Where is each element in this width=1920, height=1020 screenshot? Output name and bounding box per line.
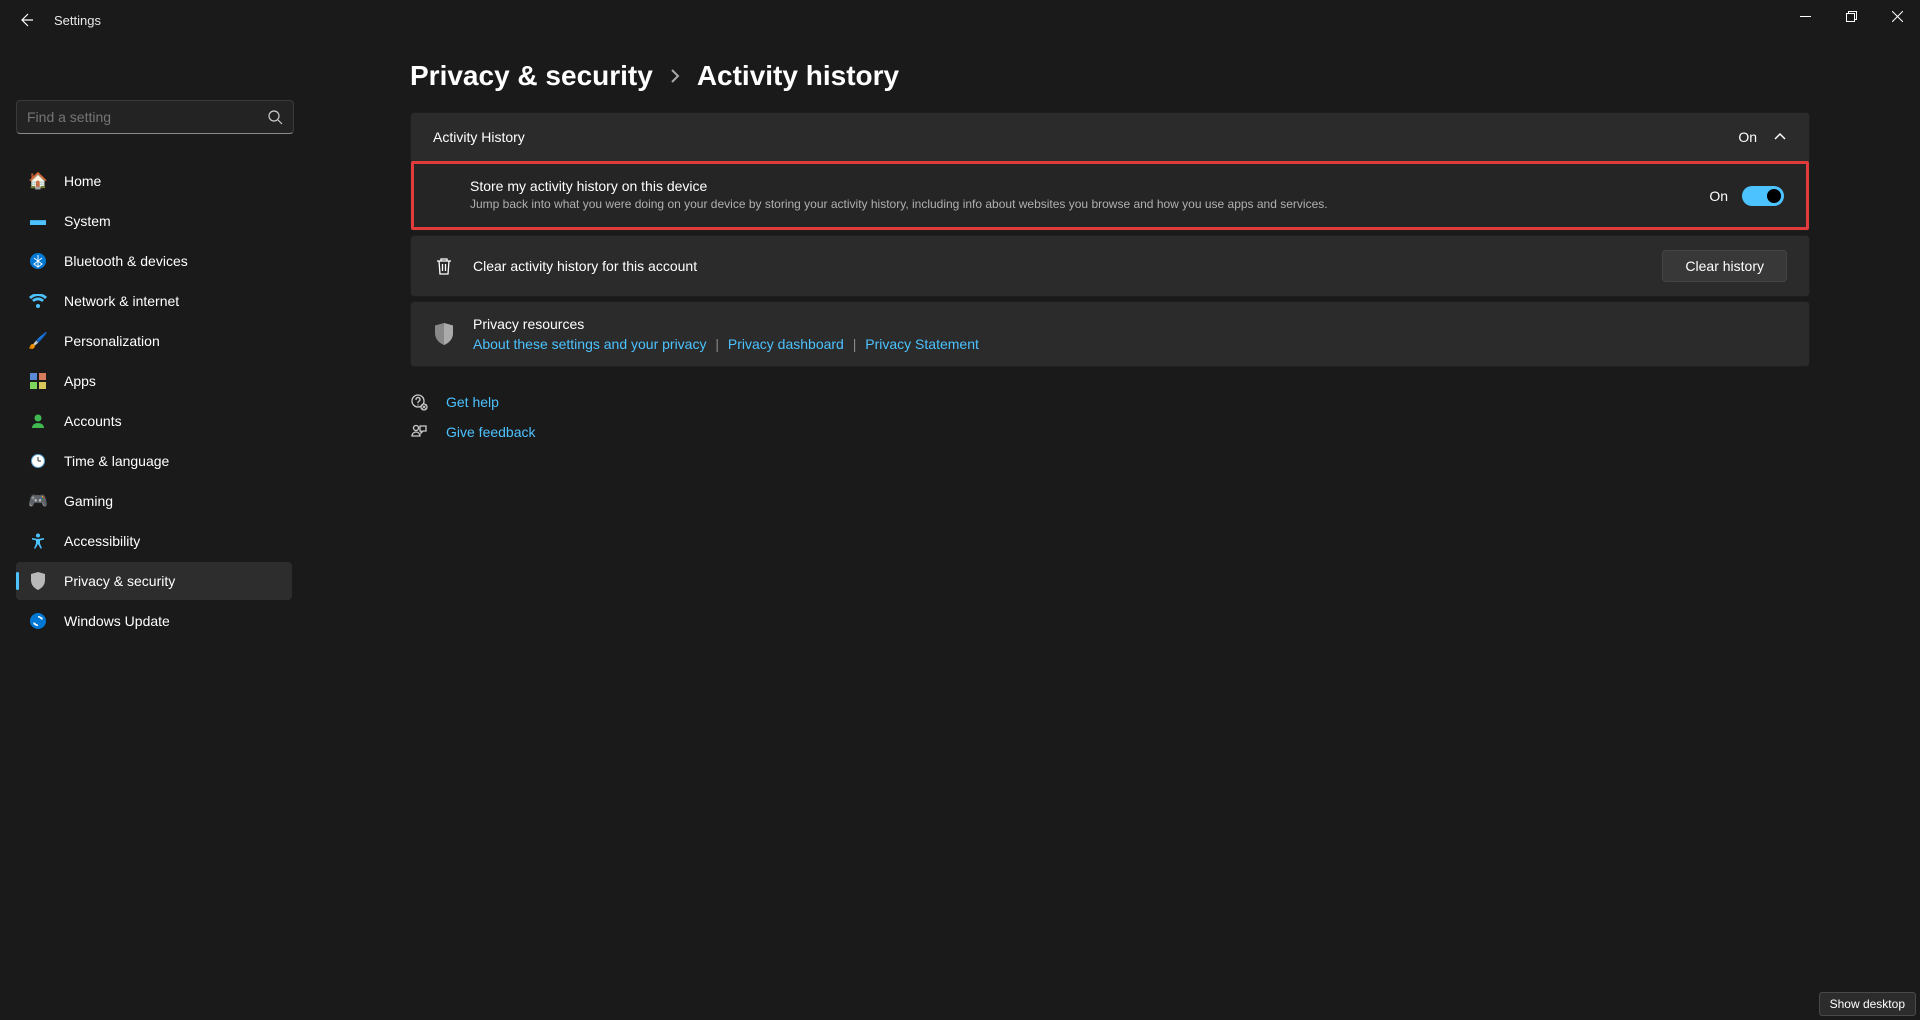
sidebar-item-label: Home — [64, 173, 101, 189]
divider: | — [853, 336, 857, 352]
privacy-dashboard-link[interactable]: Privacy dashboard — [728, 336, 844, 352]
toggle-state-label: On — [1709, 188, 1728, 204]
sidebar-item-gaming[interactable]: 🎮 Gaming — [16, 482, 292, 520]
give-feedback-link[interactable]: Give feedback — [446, 424, 536, 440]
card-title: Activity History — [433, 129, 1738, 145]
sidebar-item-label: Accounts — [64, 413, 122, 429]
activity-history-expander[interactable]: Activity History On — [411, 113, 1809, 161]
sidebar-item-home[interactable]: 🏠 Home — [16, 162, 292, 200]
bluetooth-icon — [28, 251, 48, 271]
sidebar: 🏠 Home ▬ System Bluetooth & devices Netw… — [0, 40, 300, 1020]
gaming-icon: 🎮 — [28, 491, 48, 511]
brush-icon: 🖌️ — [28, 331, 48, 351]
clear-history-button[interactable]: Clear history — [1662, 250, 1787, 282]
sidebar-item-system[interactable]: ▬ System — [16, 202, 292, 240]
sidebar-item-personalization[interactable]: 🖌️ Personalization — [16, 322, 292, 360]
close-icon — [1892, 11, 1903, 22]
sidebar-item-update[interactable]: Windows Update — [16, 602, 292, 640]
maximize-icon — [1846, 11, 1857, 22]
sidebar-item-network[interactable]: Network & internet — [16, 282, 292, 320]
minimize-button[interactable] — [1782, 0, 1828, 32]
sidebar-item-label: Network & internet — [64, 293, 179, 309]
sidebar-item-time[interactable]: Time & language — [16, 442, 292, 480]
search-input[interactable] — [27, 109, 267, 125]
show-desktop-tooltip: Show desktop — [1819, 992, 1916, 1016]
sidebar-item-label: Accessibility — [64, 533, 140, 549]
resources-title: Privacy resources — [473, 316, 1787, 332]
sidebar-item-label: Privacy & security — [64, 573, 175, 589]
get-help-link[interactable]: Get help — [446, 394, 499, 410]
search-icon — [267, 109, 283, 125]
titlebar: Settings — [0, 0, 1920, 40]
apps-icon — [28, 371, 48, 391]
get-help-row: Get help — [410, 387, 1810, 417]
feedback-icon — [410, 423, 428, 441]
breadcrumb-parent[interactable]: Privacy & security — [410, 60, 653, 92]
support-links: Get help Give feedback — [410, 387, 1810, 447]
accessibility-icon — [28, 531, 48, 551]
arrow-left-icon — [18, 12, 34, 28]
breadcrumb-separator-icon — [669, 68, 681, 84]
sidebar-item-accessibility[interactable]: Accessibility — [16, 522, 292, 560]
sidebar-item-label: Time & language — [64, 453, 169, 469]
clear-history-label: Clear activity history for this account — [473, 258, 1662, 274]
sidebar-item-privacy[interactable]: Privacy & security — [16, 562, 292, 600]
sidebar-item-label: Personalization — [64, 333, 160, 349]
chevron-up-icon — [1773, 130, 1787, 144]
sidebar-item-bluetooth[interactable]: Bluetooth & devices — [16, 242, 292, 280]
breadcrumb: Privacy & security Activity history — [410, 60, 1810, 92]
store-activity-title: Store my activity history on this device — [470, 178, 1679, 194]
sidebar-item-label: Bluetooth & devices — [64, 253, 188, 269]
divider: | — [715, 336, 719, 352]
maximize-button[interactable] — [1828, 0, 1874, 32]
window-title: Settings — [54, 13, 101, 28]
shield-icon — [28, 571, 48, 591]
privacy-resources-row: Privacy resources About these settings a… — [410, 301, 1810, 367]
sidebar-item-accounts[interactable]: Accounts — [16, 402, 292, 440]
sidebar-item-label: Gaming — [64, 493, 113, 509]
sidebar-item-label: Windows Update — [64, 613, 170, 629]
search-input-wrap[interactable] — [16, 100, 294, 134]
trash-icon — [433, 256, 455, 276]
store-activity-toggle[interactable] — [1742, 186, 1784, 206]
clock-icon — [28, 451, 48, 471]
main-content: Privacy & security Activity history Acti… — [300, 40, 1920, 1020]
sidebar-item-label: System — [64, 213, 111, 229]
sidebar-item-apps[interactable]: Apps — [16, 362, 292, 400]
give-feedback-row: Give feedback — [410, 417, 1810, 447]
close-button[interactable] — [1874, 0, 1920, 32]
shield-icon — [433, 323, 455, 345]
card-state: On — [1738, 129, 1757, 145]
update-icon — [28, 611, 48, 631]
store-activity-row: Store my activity history on this device… — [411, 161, 1809, 230]
about-settings-link[interactable]: About these settings and your privacy — [473, 336, 706, 352]
system-icon: ▬ — [28, 211, 48, 231]
toggle-knob — [1767, 189, 1781, 203]
window-controls — [1782, 0, 1920, 32]
sidebar-item-label: Apps — [64, 373, 96, 389]
clear-history-row: Clear activity history for this account … — [410, 235, 1810, 297]
person-icon — [28, 411, 48, 431]
privacy-statement-link[interactable]: Privacy Statement — [865, 336, 979, 352]
help-icon — [410, 393, 428, 411]
wifi-icon — [28, 291, 48, 311]
home-icon: 🏠 — [28, 171, 48, 191]
breadcrumb-current: Activity history — [697, 60, 899, 92]
back-button[interactable] — [18, 12, 34, 28]
resources-links: About these settings and your privacy | … — [473, 336, 1787, 352]
store-activity-description: Jump back into what you were doing on yo… — [470, 196, 1679, 213]
minimize-icon — [1800, 11, 1811, 22]
activity-history-card: Activity History On Store my activity hi… — [410, 112, 1810, 231]
